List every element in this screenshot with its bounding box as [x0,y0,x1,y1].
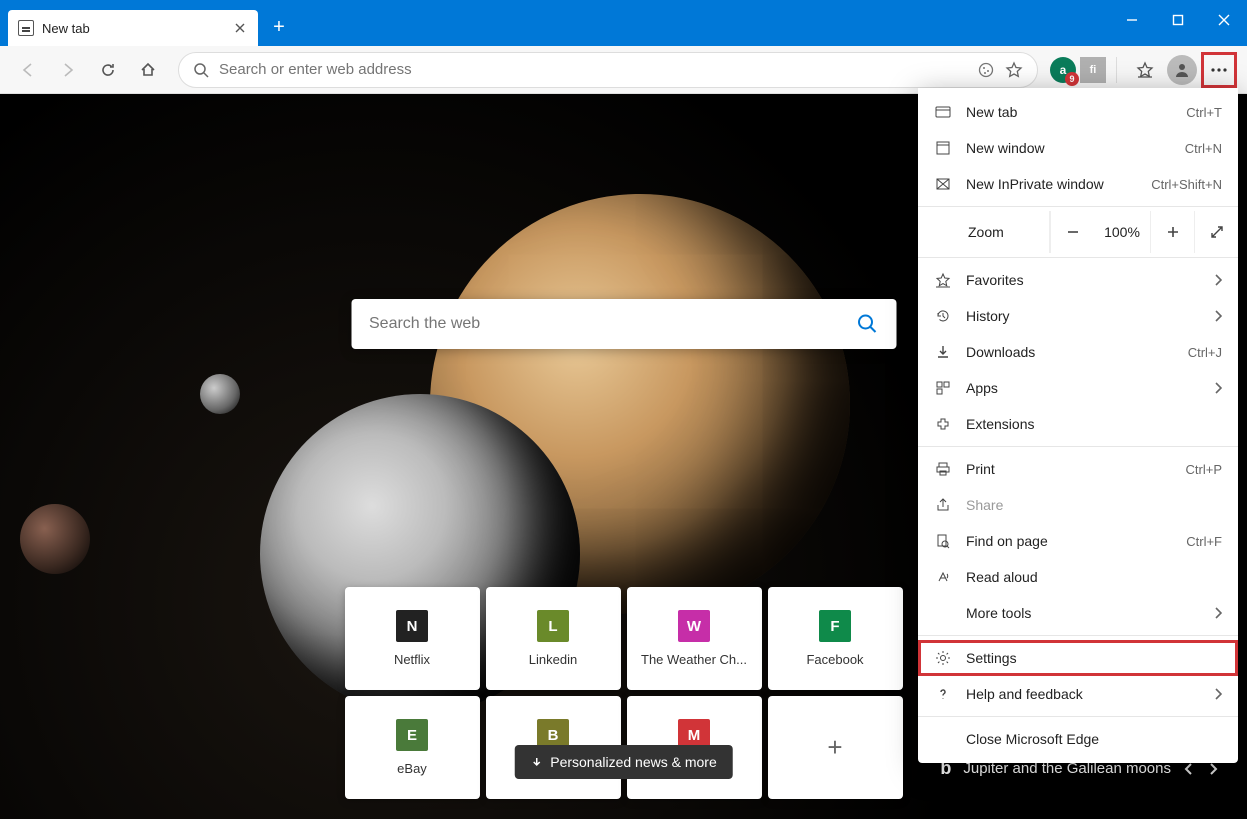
window-controls [1109,0,1247,40]
chevron-down-icon [530,756,542,768]
new-tab-button[interactable]: + [264,12,294,42]
window-titlebar: New tab + [0,0,1247,46]
cookie-icon[interactable] [977,61,995,79]
menu-find-on-page[interactable]: Find on page Ctrl+F [918,523,1238,559]
help-icon [934,686,952,702]
caption-next-button[interactable] [1207,762,1219,776]
tab-title: New tab [42,21,224,36]
menu-read-aloud[interactable]: Read aloud [918,559,1238,595]
window-icon [934,140,952,156]
menu-share[interactable]: Share [918,487,1238,523]
tab-strip: New tab + [0,0,294,46]
apps-icon [934,380,952,396]
zoom-out-button[interactable] [1050,211,1094,253]
menu-favorites[interactable]: Favorites [918,262,1238,298]
refresh-button[interactable] [90,52,126,88]
tile-label: Linkedin [529,652,577,667]
favorites-bar-button[interactable] [1127,52,1163,88]
download-icon [934,344,952,360]
share-icon [934,497,952,513]
zoom-label: Zoom [918,224,1049,240]
tile-icon: L [537,610,569,642]
tile-label: The Weather Ch... [641,652,747,667]
more-options-menu: New tab Ctrl+T New window Ctrl+N New InP… [918,88,1238,763]
fullscreen-button[interactable] [1194,211,1238,253]
quick-link-tile[interactable]: EeBay [345,696,480,799]
tab-favicon [18,20,34,36]
chevron-right-icon [1214,310,1222,322]
tile-icon: N [396,610,428,642]
profile-button[interactable] [1167,55,1197,85]
tile-label: eBay [397,761,427,776]
small-moon2-decor [20,504,90,574]
menu-more-tools[interactable]: More tools [918,595,1238,631]
separator [1116,57,1117,83]
find-icon [934,533,952,549]
print-icon [934,461,952,477]
menu-new-window[interactable]: New window Ctrl+N [918,130,1238,166]
new-tab-icon [934,104,952,120]
forward-button[interactable] [50,52,86,88]
quick-link-tile[interactable]: W The Weather Ch... [627,587,762,690]
tile-label: Netflix [394,652,430,667]
menu-help[interactable]: Help and feedback [918,676,1238,712]
news-button-label: Personalized news & more [550,754,717,770]
menu-new-tab[interactable]: New tab Ctrl+T [918,94,1238,130]
read-aloud-icon [934,569,952,585]
extension-avast-icon[interactable]: a9 [1050,57,1076,83]
address-input[interactable] [219,61,967,78]
inprivate-icon [934,176,952,192]
center-search-input[interactable] [369,315,856,333]
extension-icon [934,416,952,432]
small-moon-decor [200,374,240,414]
close-window-button[interactable] [1201,0,1247,40]
address-bar[interactable] [178,52,1038,88]
zoom-in-button[interactable] [1150,211,1194,253]
menu-print[interactable]: Print Ctrl+P [918,451,1238,487]
menu-new-inprivate[interactable]: New InPrivate window Ctrl+Shift+N [918,166,1238,202]
chevron-right-icon [1214,688,1222,700]
star-icon [934,272,952,288]
extension-badge-count: 9 [1065,72,1079,86]
home-button[interactable] [130,52,166,88]
chevron-right-icon [1214,607,1222,619]
search-icon [193,62,209,78]
menu-history[interactable]: History [918,298,1238,334]
more-options-button[interactable] [1201,52,1237,88]
back-button[interactable] [10,52,46,88]
add-tile-button[interactable]: + [768,696,903,799]
menu-downloads[interactable]: Downloads Ctrl+J [918,334,1238,370]
center-search-box[interactable] [351,299,896,349]
tile-icon: E [396,719,428,751]
maximize-button[interactable] [1155,0,1201,40]
search-icon[interactable] [856,313,878,335]
menu-zoom-row: Zoom 100% [918,211,1238,253]
caption-prev-button[interactable] [1183,762,1195,776]
quick-link-tile[interactable]: F Facebook [768,587,903,690]
tile-icon: F [819,610,851,642]
zoom-value: 100% [1094,224,1150,240]
personalized-news-button[interactable]: Personalized news & more [514,745,733,779]
menu-settings[interactable]: Settings [918,640,1238,676]
gear-icon [934,650,952,666]
minimize-button[interactable] [1109,0,1155,40]
tile-icon: W [678,610,710,642]
close-tab-button[interactable] [232,20,248,36]
menu-extensions[interactable]: Extensions [918,406,1238,442]
quick-link-tile[interactable]: L Linkedin [486,587,621,690]
menu-apps[interactable]: Apps [918,370,1238,406]
menu-close-edge[interactable]: Close Microsoft Edge [918,721,1238,757]
favorite-star-icon[interactable] [1005,61,1023,79]
chevron-right-icon [1214,382,1222,394]
chevron-right-icon [1214,274,1222,286]
extension-fi-icon[interactable]: fi [1080,57,1106,83]
browser-toolbar: a9 fi [0,46,1247,94]
history-icon [934,308,952,324]
quick-link-tile[interactable]: N Netflix [345,587,480,690]
browser-tab[interactable]: New tab [8,10,258,46]
plus-icon: + [827,732,842,763]
tile-label: Facebook [806,652,863,667]
